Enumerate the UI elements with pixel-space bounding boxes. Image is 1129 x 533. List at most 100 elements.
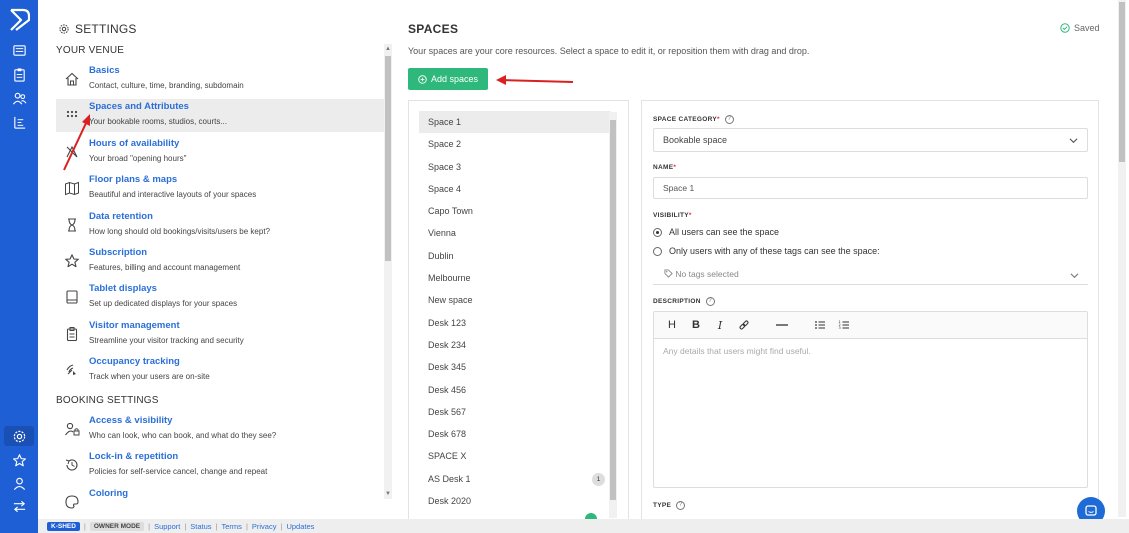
footer-link-privacy[interactable]: Privacy [252,522,277,531]
description-editor[interactable]: H B I 123 Any details that users might f… [653,311,1088,488]
category-select[interactable]: Bookable space [653,128,1088,152]
visibility-tags-option[interactable]: Only users with any of these tags can se… [653,246,880,256]
space-name: Desk 567 [428,406,467,417]
space-list-item[interactable]: Melbourne [419,267,611,289]
tags-select[interactable]: No tags selected [653,264,1088,285]
settings-menu-item[interactable]: Floor plans & maps Beautiful and interact… [56,172,384,205]
settings-panel: SETTINGS YOUR VENUE Basics Contact, cultu… [38,0,395,517]
visibility-label: VISIBILITY* [653,212,692,219]
space-list-item[interactable]: AS Desk 1 1 [419,468,611,490]
settings-menu-item[interactable]: Hours of availability Your broad "opening… [56,136,384,169]
space-list-item[interactable]: Desk 234 [419,334,611,356]
settings-menu-item[interactable]: Lock-in & repetition Policies for self-se… [56,449,384,482]
space-list-item[interactable]: Dublin [419,245,611,267]
settings-menu-item[interactable]: Subscription Features, billing and accoun… [56,245,384,278]
footer-divider: | [184,521,187,531]
settings-menu-desc: Streamline your visitor tracking and sec… [89,335,244,345]
settings-menu-desc: Track when your users are on-site [89,372,210,382]
profile-icon[interactable] [9,473,29,493]
app-root: SETTINGS YOUR VENUE Basics Contact, cultu… [0,0,1129,533]
settings-menu-item[interactable]: Data retention How long should old bookin… [56,209,384,242]
signal-icon [64,362,80,378]
settings-gear-icon[interactable] [4,426,34,446]
space-list-item[interactable]: Desk 567 [419,401,611,423]
map-icon [64,180,80,196]
heading-button[interactable]: H [660,315,684,335]
left-rail [0,0,38,533]
clipboard-icon[interactable] [9,64,29,84]
link-icon[interactable] [732,315,756,335]
settings-menu-item[interactable]: Spaces and Attributes Your bookable rooms… [56,99,384,133]
numbered-list-icon[interactable]: 123 [832,315,856,335]
spaces-subtitle: Your spaces are your core resources. Sel… [408,46,810,56]
settings-menu-item[interactable]: Coloring [56,486,384,517]
space-list-scroll-thumb[interactable] [610,120,616,500]
users-icon[interactable] [9,88,29,108]
reports-icon[interactable] [9,112,29,132]
settings-menu-item[interactable]: Tablet displays Set up dedicated displays… [56,281,384,314]
help-icon[interactable]: ? [705,297,715,306]
editor-toolbar: H B I 123 [654,312,1087,339]
settings-menu-desc: How long should old bookings/visits/user… [89,226,270,236]
visibility-all-option[interactable]: All users can see the space [653,227,779,237]
space-list-item[interactable]: Capo Town [419,200,611,222]
space-list-item[interactable]: Space 2 [419,133,611,155]
space-list-item[interactable]: SPACE X [419,445,611,467]
italic-button[interactable]: I [708,315,732,335]
tablet-icon [64,289,80,305]
space-list-scrollbar[interactable] [609,112,617,518]
name-input[interactable]: Space 1 [653,177,1088,199]
space-list-item[interactable]: Desk 456 [419,379,611,401]
space-name: Dublin [428,250,454,261]
tag-icon [664,269,673,278]
help-icon[interactable]: ? [724,115,734,124]
app-logo[interactable] [8,8,30,32]
radio-unselected[interactable] [653,246,662,256]
bullet-list-icon[interactable] [808,315,832,335]
space-badge: 1 [592,472,605,486]
settings-menu-item[interactable]: Occupancy tracking Track when your users … [56,354,384,387]
footer-divider: | [83,521,86,531]
user-lock-icon [64,421,80,437]
radio-selected[interactable] [653,227,662,237]
clock-icon [64,144,80,160]
horizontal-rule-icon[interactable] [770,315,794,335]
space-list-item[interactable]: Space 4 [419,178,611,200]
settings-menu-item[interactable]: Visitor management Streamline your visito… [56,318,384,351]
space-list-item[interactable]: Desk 345 [419,356,611,378]
scroll-up-arrow[interactable]: ▲ [385,46,391,52]
star-icon[interactable] [9,450,29,470]
space-list-item[interactable]: Desk 123 [419,312,611,334]
settings-scrollbar[interactable]: ▲ ▼ [384,44,392,499]
settings-menu-item[interactable]: Access & visibility Who can look, who can… [56,413,384,446]
venue-section-header: YOUR VENUE [56,45,125,56]
space-list-item[interactable]: Desk 678 [419,423,611,445]
page-scrollbar[interactable] [1118,0,1126,517]
footer-link-support[interactable]: Support [154,522,180,531]
settings-scroll-thumb[interactable] [385,56,391,261]
status-footer: K-SHED | OWNER MODE | Support | Status |… [38,519,1129,533]
bold-button[interactable]: B [684,315,708,335]
add-spaces-button[interactable]: Add spaces [408,68,488,90]
space-list-item[interactable]: Space 3 [419,156,611,178]
space-list-item[interactable]: Desk 2020 [419,490,611,512]
space-name: AS Desk 1 [428,473,471,484]
settings-menu-title: Lock-in & repetition [89,451,179,463]
settings-menu-item[interactable]: Basics Contact, culture, time, branding, … [56,63,384,96]
chevron-down-icon [1070,273,1079,279]
help-icon[interactable]: ? [676,501,686,510]
space-list-item[interactable]: New space [419,289,611,311]
settings-menu-desc: Features, billing and account management [89,263,241,272]
list-item-partial-indicator [585,513,597,519]
footer-link-terms[interactable]: Terms [222,522,242,531]
footer-link-updates[interactable]: Updates [286,522,314,531]
space-list-item[interactable]: Vienna [419,222,611,244]
space-list-item[interactable]: Space 1 [419,111,611,134]
switch-icon[interactable] [9,496,29,516]
scroll-down-arrow[interactable]: ▼ [385,491,391,497]
page-scroll-thumb[interactable] [1119,2,1125,162]
dashboard-icon[interactable] [9,40,29,60]
type-label: TYPE ? [653,501,686,510]
footer-link-status[interactable]: Status [190,522,211,531]
category-label: SPACE CATEGORY* ? [653,115,734,124]
